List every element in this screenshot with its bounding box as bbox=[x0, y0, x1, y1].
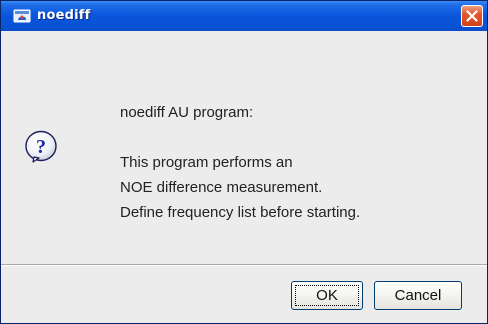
svg-text:?: ? bbox=[36, 136, 46, 158]
message-line: Define frequency list before starting. bbox=[120, 204, 361, 221]
message-line: This program performs an bbox=[120, 154, 293, 171]
ok-button-label: OK bbox=[316, 287, 338, 304]
dialog-body bbox=[1, 31, 487, 264]
cancel-button-label: Cancel bbox=[394, 287, 442, 304]
java-app-icon bbox=[13, 8, 31, 24]
window-title: noediff bbox=[37, 8, 91, 23]
cancel-button[interactable]: Cancel bbox=[374, 281, 462, 310]
ok-button[interactable]: OK bbox=[291, 281, 363, 310]
message-heading: noediff AU program: bbox=[120, 104, 254, 121]
close-button[interactable] bbox=[461, 5, 483, 27]
close-icon bbox=[466, 10, 478, 22]
question-icon: ? bbox=[24, 129, 58, 163]
button-separator bbox=[1, 264, 487, 266]
message-line: NOE difference measurement. bbox=[120, 179, 323, 196]
dialog-window: noediff ? noediff AU program: This progr… bbox=[0, 0, 488, 324]
title-bar[interactable]: noediff bbox=[1, 1, 487, 31]
